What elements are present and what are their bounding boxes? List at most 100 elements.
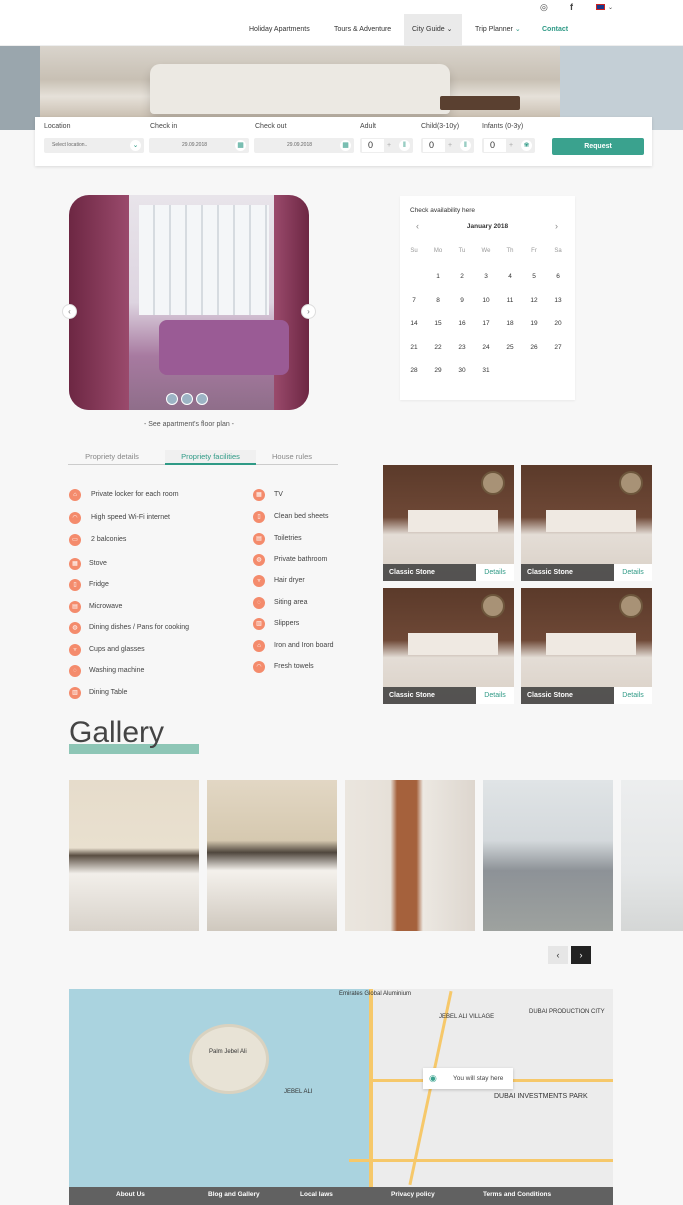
calendar-day[interactable]: 19 [522,320,546,327]
room-card[interactable]: Classic Stone Details [383,465,514,581]
calendar-day[interactable]: 5 [522,273,546,280]
calendar-day[interactable]: 29 [426,367,450,374]
nav-tours-adventure[interactable]: Tours & Adventure [326,14,399,46]
adult-counter[interactable]: 0 + ǁ [360,138,413,153]
calendar-day[interactable]: 4 [498,273,522,280]
calendar-icon: ▦ [235,140,246,151]
slider-window [139,205,269,315]
calendar-day[interactable]: 15 [426,320,450,327]
child-plus[interactable]: + [448,138,452,153]
calendar-day[interactable]: 3 [474,273,498,280]
room-details-button[interactable]: Details [476,564,514,581]
facility-icon: ▭ [69,534,81,546]
request-button[interactable]: Request [552,138,644,155]
chevron-down-icon[interactable]: ⌄ [608,4,613,11]
calendar-day[interactable]: 22 [426,344,450,351]
calendar-day[interactable]: 26 [522,344,546,351]
gallery-image[interactable] [345,780,475,931]
map-label: JEBEL ALI VILLAGE [439,1014,495,1020]
checkin-field[interactable]: 29.09.2018 ▦ [149,138,249,153]
tab-house-rules[interactable]: House rules [256,450,328,465]
nav-city-guide[interactable]: City Guide ⌄ [404,14,462,46]
room-details-button[interactable]: Details [614,687,652,704]
calendar-weekday: Mo [433,248,443,254]
child-counter[interactable]: 0 + ǁ [421,138,474,153]
calendar-day[interactable]: 8 [426,297,450,304]
infant-plus[interactable]: + [509,138,513,153]
tab-propriety-details[interactable]: Propriety details [68,450,156,465]
gallery-image[interactable] [69,780,199,931]
slider-thumbnails [166,393,216,407]
calendar-day[interactable]: 11 [498,297,522,304]
facebook-icon[interactable]: f [570,2,573,12]
infant-counter[interactable]: 0 + ❀ [482,138,535,153]
calendar-day[interactable]: 13 [546,297,570,304]
calendar-day[interactable]: 18 [498,320,522,327]
calendar-day[interactable]: 31 [474,367,498,374]
footer-link-local-laws[interactable]: Local laws [300,1187,333,1202]
facility-label: Hair dryer [274,577,305,584]
calendar-day[interactable]: 2 [450,273,474,280]
map-stay-marker[interactable]: ◉ You will stay here [423,1068,513,1089]
adult-value: 0 [362,139,384,152]
facility-icon: ▯ [69,579,81,591]
calendar-day[interactable]: 14 [402,320,426,327]
slider-prev-button[interactable]: ‹ [62,304,77,319]
slider-thumb[interactable] [166,393,178,405]
calendar-day[interactable]: 12 [522,297,546,304]
nav-holiday-apartments[interactable]: Holiday Apartments [241,14,318,46]
gallery-next-button[interactable]: › [571,946,591,964]
room-card[interactable]: Classic Stone Details [521,588,652,704]
slider-next-button[interactable]: › [301,304,316,319]
room-card[interactable]: Classic Stone Details [383,588,514,704]
facility-item: ▯ Clean bed sheets [253,511,328,523]
calendar-day[interactable]: 20 [546,320,570,327]
adult-plus[interactable]: + [387,138,391,153]
calendar-day[interactable]: 9 [450,297,474,304]
room-details-button[interactable]: Details [614,564,652,581]
nav-contact[interactable]: Contact [534,14,576,46]
location-map[interactable]: Emirates Global Aluminium Palm Jebel Ali… [69,989,613,1187]
calendar-day[interactable]: 17 [474,320,498,327]
footer-link-blog[interactable]: Blog and Gallery [208,1187,260,1202]
room-name: Classic Stone [527,692,573,699]
room-caption: Classic Stone Details [383,564,514,581]
checkout-field[interactable]: 29.09.2018 ▦ [254,138,354,153]
calendar-day[interactable]: 10 [474,297,498,304]
calendar-day[interactable]: 23 [450,344,474,351]
nav-trip-planner[interactable]: Trip Planner ⌄ [467,14,529,46]
room-details-button[interactable]: Details [476,687,514,704]
gallery-image[interactable] [483,780,613,931]
calendar-day[interactable]: 6 [546,273,570,280]
location-select[interactable]: Select location.. ⌄ [44,138,144,153]
calendar-day[interactable]: 25 [498,344,522,351]
gallery-prev-button[interactable]: ‹ [548,946,568,964]
footer-link-terms[interactable]: Terms and Conditions [483,1187,551,1202]
calendar-day[interactable]: 16 [450,320,474,327]
calendar-day[interactable]: 1 [426,273,450,280]
calendar-weekday: Fr [531,248,537,254]
tab-propriety-facilities[interactable]: Propriety facilities [165,450,256,465]
gallery-image[interactable] [621,780,683,931]
room-card[interactable]: Classic Stone Details [521,465,652,581]
calendar-day[interactable]: 24 [474,344,498,351]
slider-thumb[interactable] [196,393,208,405]
facility-item: ▥ Slippers [253,618,299,630]
calendar-day[interactable]: 21 [402,344,426,351]
adult-label: Adult [360,123,376,130]
slider-thumb[interactable] [181,393,193,405]
room-name: Classic Stone [389,569,435,576]
footer-link-privacy[interactable]: Privacy policy [391,1187,435,1202]
calendar-day[interactable]: 28 [402,367,426,374]
calendar-next-icon[interactable]: › [555,221,558,231]
facility-icon: ◍ [253,554,265,566]
calendar-day[interactable]: 27 [546,344,570,351]
calendar-day[interactable]: 7 [402,297,426,304]
footer-link-about[interactable]: About Us [116,1187,145,1202]
instagram-icon[interactable]: ◎ [540,2,548,13]
floor-plan-link[interactable]: - See apartment's floor plan - [69,421,309,428]
map-palm-island [189,1024,269,1094]
uk-flag-icon[interactable] [596,4,605,10]
calendar-day[interactable]: 30 [450,367,474,374]
gallery-image[interactable] [207,780,337,931]
